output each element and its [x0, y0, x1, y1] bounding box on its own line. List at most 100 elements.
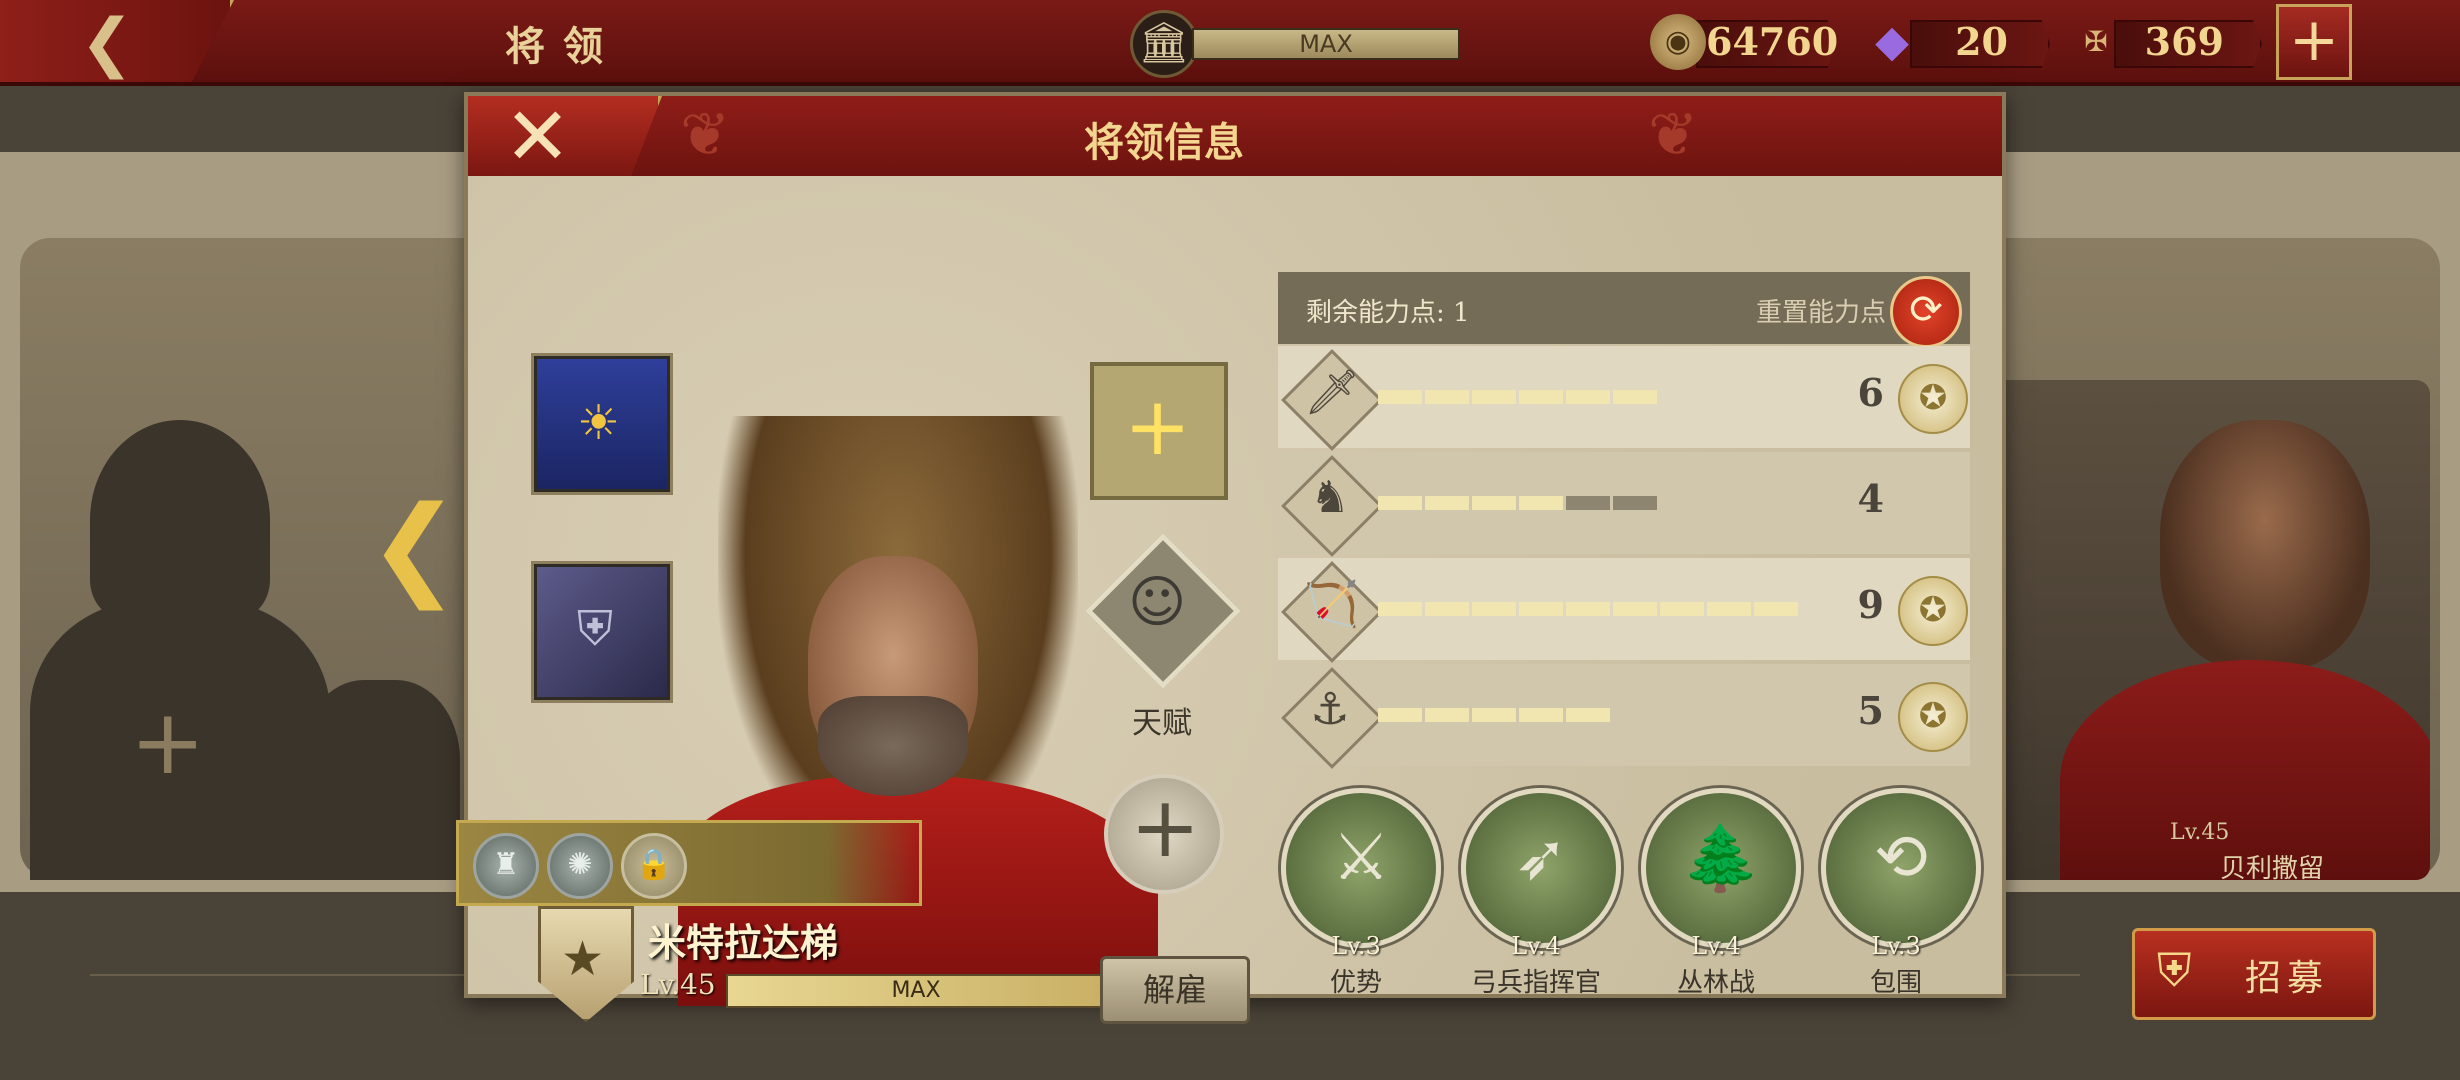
equipment-book-slot[interactable]: ⛨	[534, 564, 670, 700]
lock-icon[interactable]: 🔒	[621, 833, 687, 899]
stat-pip	[1519, 708, 1563, 722]
horse-icon: ♞	[1310, 472, 1350, 523]
anchor-icon: ⚓	[1310, 684, 1350, 735]
bow-commander-icon: ➶	[1514, 821, 1568, 895]
stat-row[interactable]: ⚓ 5 ✪	[1278, 664, 1970, 769]
stat-pip	[1754, 602, 1798, 616]
dialog-body: ☀ ⛨ + ☺ 天赋 + ♜ ✺ 🔒 ★ 米特拉达梯 Lv.45 MAX 解雇	[456, 176, 2002, 1024]
xp-bar: MAX	[726, 974, 1106, 1008]
stat-pip	[1378, 708, 1422, 722]
gem-socket-1[interactable]: ♜	[473, 833, 539, 899]
building-level-badge[interactable]: 🏛 MAX	[1130, 10, 1460, 78]
card-name: 贝利撒留	[2220, 854, 2325, 880]
skill-level: Lv.4	[1511, 932, 1561, 960]
stat-pip	[1472, 602, 1516, 616]
ability-points-header: 剩余能力点: 1 重置能力点 ⟳	[1278, 272, 1970, 348]
stat-pip	[1425, 708, 1469, 722]
stat-pip	[1566, 708, 1610, 722]
recruit-label: 招募	[2245, 958, 2330, 999]
gem-socket-2[interactable]: ✺	[547, 833, 613, 899]
add-equipment-slot[interactable]: +	[1090, 362, 1228, 500]
rank-shield-icon: ★	[538, 906, 634, 1022]
reset-points-label: 重置能力点	[1756, 298, 1887, 328]
skill-level: Lv.4	[1691, 932, 1741, 960]
archers-icon: ⚔	[1332, 821, 1390, 895]
resource-spqr[interactable]: ✠ 369	[2068, 14, 2262, 70]
skill-name: 包围	[1869, 968, 1922, 998]
laurel-icon: ❦	[680, 100, 731, 170]
stat-pip	[1425, 390, 1469, 404]
stat-row[interactable]: ♞ 4	[1278, 452, 1970, 557]
hero-name: 米特拉达梯	[648, 920, 839, 965]
bow-icon: 🏹	[1304, 579, 1359, 630]
reset-points-button[interactable]: ⟳	[1890, 276, 1962, 348]
stat-value: 5	[1857, 688, 1884, 733]
close-icon: ✕	[504, 90, 572, 183]
empty-slot-silhouette	[90, 420, 270, 620]
stat-pip	[1472, 496, 1516, 510]
card-level: Lv.45	[2170, 820, 2230, 845]
dialog-header: ❦ ❦ 将领信息	[468, 96, 2002, 179]
add-general-slot-icon[interactable]: +	[130, 690, 205, 795]
stat-value: 6	[1857, 370, 1884, 415]
chevron-left-icon: ❮	[80, 6, 134, 80]
spqr-icon: ✠	[2084, 25, 2108, 58]
star-icon: ★	[561, 931, 605, 987]
plus-icon: +	[1130, 778, 1201, 876]
laurel-icon: ❦	[1648, 100, 1699, 170]
dismiss-button[interactable]: 解雇	[1100, 956, 1250, 1024]
laurel-star-medal-icon[interactable]: ✪	[1898, 364, 1968, 434]
remaining-points-label: 剩余能力点: 1	[1306, 298, 1470, 328]
stat-row[interactable]: 🏹 9 ✪	[1278, 558, 1970, 663]
resource-coins[interactable]: ◉ 64760	[1650, 14, 1838, 70]
stat-pip	[1425, 602, 1469, 616]
laurel-star-medal-icon[interactable]: ✪	[1898, 682, 1968, 752]
sword-icon: 🗡	[1304, 367, 1360, 418]
xp-label: MAX	[891, 978, 941, 1003]
stat-pip	[1613, 390, 1657, 404]
book-icon: ⛨	[577, 601, 614, 657]
encircle-icon: ⟲	[1874, 821, 1928, 895]
talent-face-icon: ☺	[1128, 570, 1187, 635]
skill-name: 优势	[1329, 968, 1382, 998]
stat-pip	[1519, 602, 1563, 616]
next-general-card[interactable]: Lv.45 贝利撒留	[1990, 380, 2430, 880]
dialog-title: 将领信息	[1084, 119, 1244, 166]
stat-pip	[1519, 390, 1563, 404]
skill-badge[interactable]: ⟲	[1821, 788, 1981, 948]
resource-gems[interactable]: ◆ 20	[1864, 14, 2050, 70]
laurel-star-medal-icon[interactable]: ✪	[1898, 576, 1968, 646]
stat-pip	[1613, 496, 1657, 510]
skill-badge[interactable]: ➶	[1461, 788, 1621, 948]
equipment-banner-slot[interactable]: ☀	[534, 356, 670, 492]
stat-row[interactable]: 🗡 6 ✪	[1278, 346, 1970, 451]
skill-badge[interactable]: ⚔	[1281, 788, 1441, 948]
stat-pip	[1472, 708, 1516, 722]
recruit-button[interactable]: ⛨ 招募	[2132, 928, 2376, 1020]
previous-general-arrow[interactable]: ❮	[368, 482, 460, 610]
building-max-label: MAX	[1192, 28, 1460, 60]
close-button[interactable]: ✕	[468, 96, 662, 176]
gem-socket-strip: ♜ ✺ 🔒	[456, 820, 922, 906]
hero-level: Lv.45	[640, 968, 716, 1001]
page-title: 将领	[505, 23, 621, 70]
add-skill-button[interactable]: +	[1104, 774, 1224, 894]
skill-name: 弓兵指挥官	[1470, 968, 1601, 998]
banner-icon: ☀	[577, 395, 621, 451]
stat-pip	[1472, 390, 1516, 404]
spqr-count: 369	[2144, 19, 2224, 64]
add-resource-button[interactable]: +	[2276, 4, 2352, 80]
skill-badge[interactable]: 🌲	[1641, 788, 1801, 948]
skill-level: Lv.3	[1871, 932, 1921, 960]
plus-icon: +	[1124, 380, 1192, 473]
stat-pip	[1566, 390, 1610, 404]
stat-value: 4	[1857, 476, 1884, 521]
forest-icon: 🌲	[1681, 822, 1761, 896]
stat-pip	[1707, 602, 1751, 616]
stat-pip	[1378, 390, 1422, 404]
skill-name: 丛林战	[1676, 968, 1755, 998]
talent-label: 天赋	[1132, 706, 1192, 741]
general-info-dialog: ❦ ❦ 将领信息 ✕ ☀ ⛨ + ☺ 天赋 + ♜ ✺ 🔒 ★ 米特拉达梯 Lv…	[456, 92, 2006, 1024]
stat-pip	[1378, 602, 1422, 616]
helmet-plus-icon: ⛨	[2157, 943, 2192, 997]
